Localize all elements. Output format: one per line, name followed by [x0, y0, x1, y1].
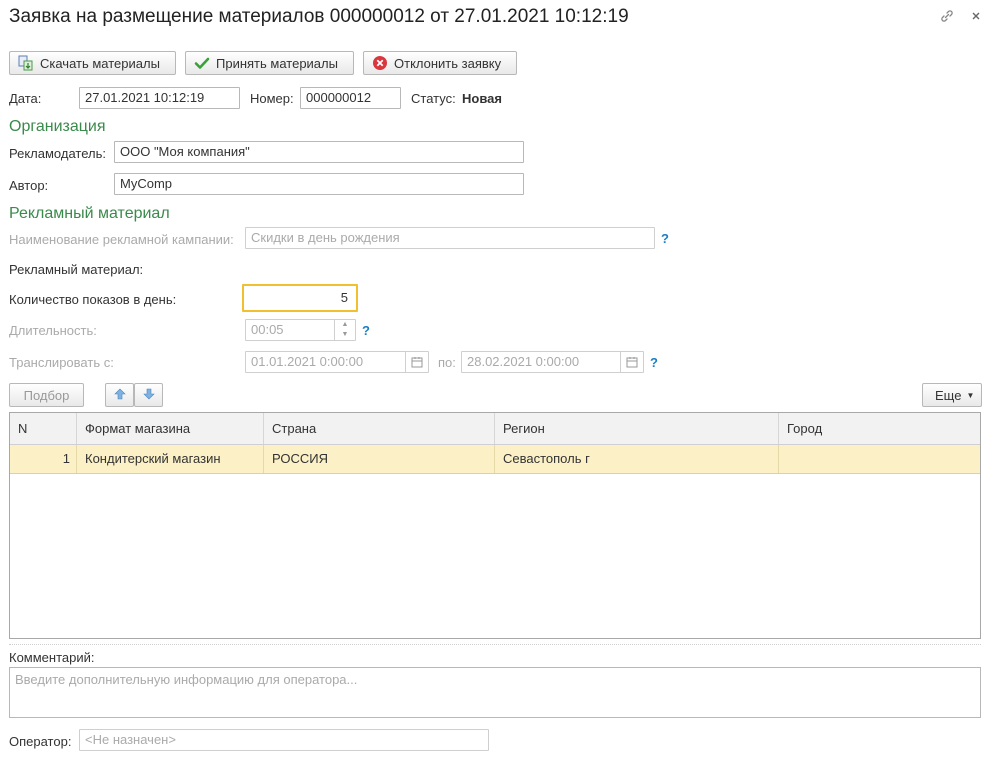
download-materials-button[interactable]: Скачать материалы [9, 51, 176, 75]
campaign-field[interactable]: Скидки в день рождения [245, 227, 655, 249]
broadcast-from-value: 01.01.2021 0:00:00 [251, 354, 364, 369]
window-title: Заявка на размещение материалов 00000001… [9, 6, 629, 27]
broadcast-help-icon[interactable]: ? [650, 355, 658, 370]
download-materials-label: Скачать материалы [40, 55, 160, 71]
duration-help-icon[interactable]: ? [362, 323, 370, 338]
material-section-title: Рекламный материал [9, 205, 170, 222]
cell-n: 1 [10, 445, 77, 473]
number-field[interactable]: 000000012 [300, 87, 401, 109]
arrow-up-icon [113, 388, 126, 403]
author-label: Автор: [9, 178, 49, 193]
number-label: Номер: [250, 91, 294, 106]
author-field[interactable]: MyComp [114, 173, 524, 195]
column-header-country[interactable]: Страна [264, 413, 495, 444]
broadcast-from-label: Транслировать с: [9, 355, 114, 370]
shows-per-day-field[interactable]: 5 [242, 284, 358, 312]
operator-label: Оператор: [9, 734, 72, 749]
accept-materials-label: Принять материалы [216, 55, 338, 71]
reject-request-button[interactable]: Отклонить заявку [363, 51, 517, 75]
comment-field[interactable]: Введите дополнительную информацию для оп… [9, 667, 981, 718]
cell-region: Севастополь г [495, 445, 779, 473]
advertiser-field[interactable]: ООО "Моя компания" [114, 141, 524, 163]
date-label: Дата: [9, 91, 42, 106]
accept-materials-button[interactable]: Принять материалы [185, 51, 354, 75]
campaign-label: Наименование рекламной кампании: [9, 232, 234, 247]
comment-label: Комментарий: [9, 650, 95, 665]
reject-request-label: Отклонить заявку [394, 55, 502, 71]
reject-icon [372, 55, 388, 71]
link-icon[interactable] [938, 8, 956, 26]
cell-city [779, 445, 980, 473]
duration-stepper[interactable]: ▲ ▼ [334, 320, 355, 340]
advertiser-label: Рекламодатель: [9, 146, 106, 161]
column-header-city[interactable]: Город [779, 413, 980, 444]
store-formats-table: N Формат магазина Страна Регион Город 1 … [9, 412, 981, 639]
broadcast-from-field[interactable]: 01.01.2021 0:00:00 [245, 351, 429, 373]
column-header-n[interactable]: N [10, 413, 77, 444]
calendar-icon[interactable] [620, 352, 643, 372]
table-row[interactable]: 1 Кондитерский магазин РОССИЯ Севастопол… [10, 445, 980, 474]
cell-country: РОССИЯ [264, 445, 495, 473]
more-label: Еще [935, 387, 962, 403]
material-label: Рекламный материал: [9, 262, 144, 277]
broadcast-to-field[interactable]: 28.02.2021 0:00:00 [461, 351, 644, 373]
column-header-store-format[interactable]: Формат магазина [77, 413, 264, 444]
broadcast-to-value: 28.02.2021 0:00:00 [467, 354, 580, 369]
download-icon [18, 55, 34, 71]
arrow-down-icon [142, 388, 155, 403]
duration-value: 00:05 [251, 322, 284, 337]
date-field[interactable]: 27.01.2021 10:12:19 [79, 87, 240, 109]
organization-section-title: Организация [9, 118, 106, 135]
broadcast-to-label: по: [438, 355, 456, 370]
move-down-button[interactable] [134, 383, 163, 407]
shows-per-day-label: Количество показов в день: [9, 292, 177, 307]
calendar-icon[interactable] [405, 352, 428, 372]
chevron-down-icon: ▼ [966, 390, 975, 400]
column-header-region[interactable]: Регион [495, 413, 779, 444]
status-value: Новая [462, 91, 502, 106]
status-label: Статус: [411, 91, 456, 106]
cell-store-format: Кондитерский магазин [77, 445, 264, 473]
divider [9, 644, 981, 645]
campaign-help-icon[interactable]: ? [661, 231, 669, 246]
duration-field[interactable]: 00:05 ▲ ▼ [245, 319, 356, 341]
checkmark-icon [194, 55, 210, 71]
table-header: N Формат магазина Страна Регион Город [10, 413, 980, 445]
pick-button[interactable]: Подбор [9, 383, 84, 407]
move-up-button[interactable] [105, 383, 134, 407]
duration-label: Длительность: [9, 323, 97, 338]
more-menu-button[interactable]: Еще ▼ [922, 383, 982, 407]
operator-field[interactable]: <Не назначен> [79, 729, 489, 751]
close-icon[interactable] [967, 8, 985, 26]
